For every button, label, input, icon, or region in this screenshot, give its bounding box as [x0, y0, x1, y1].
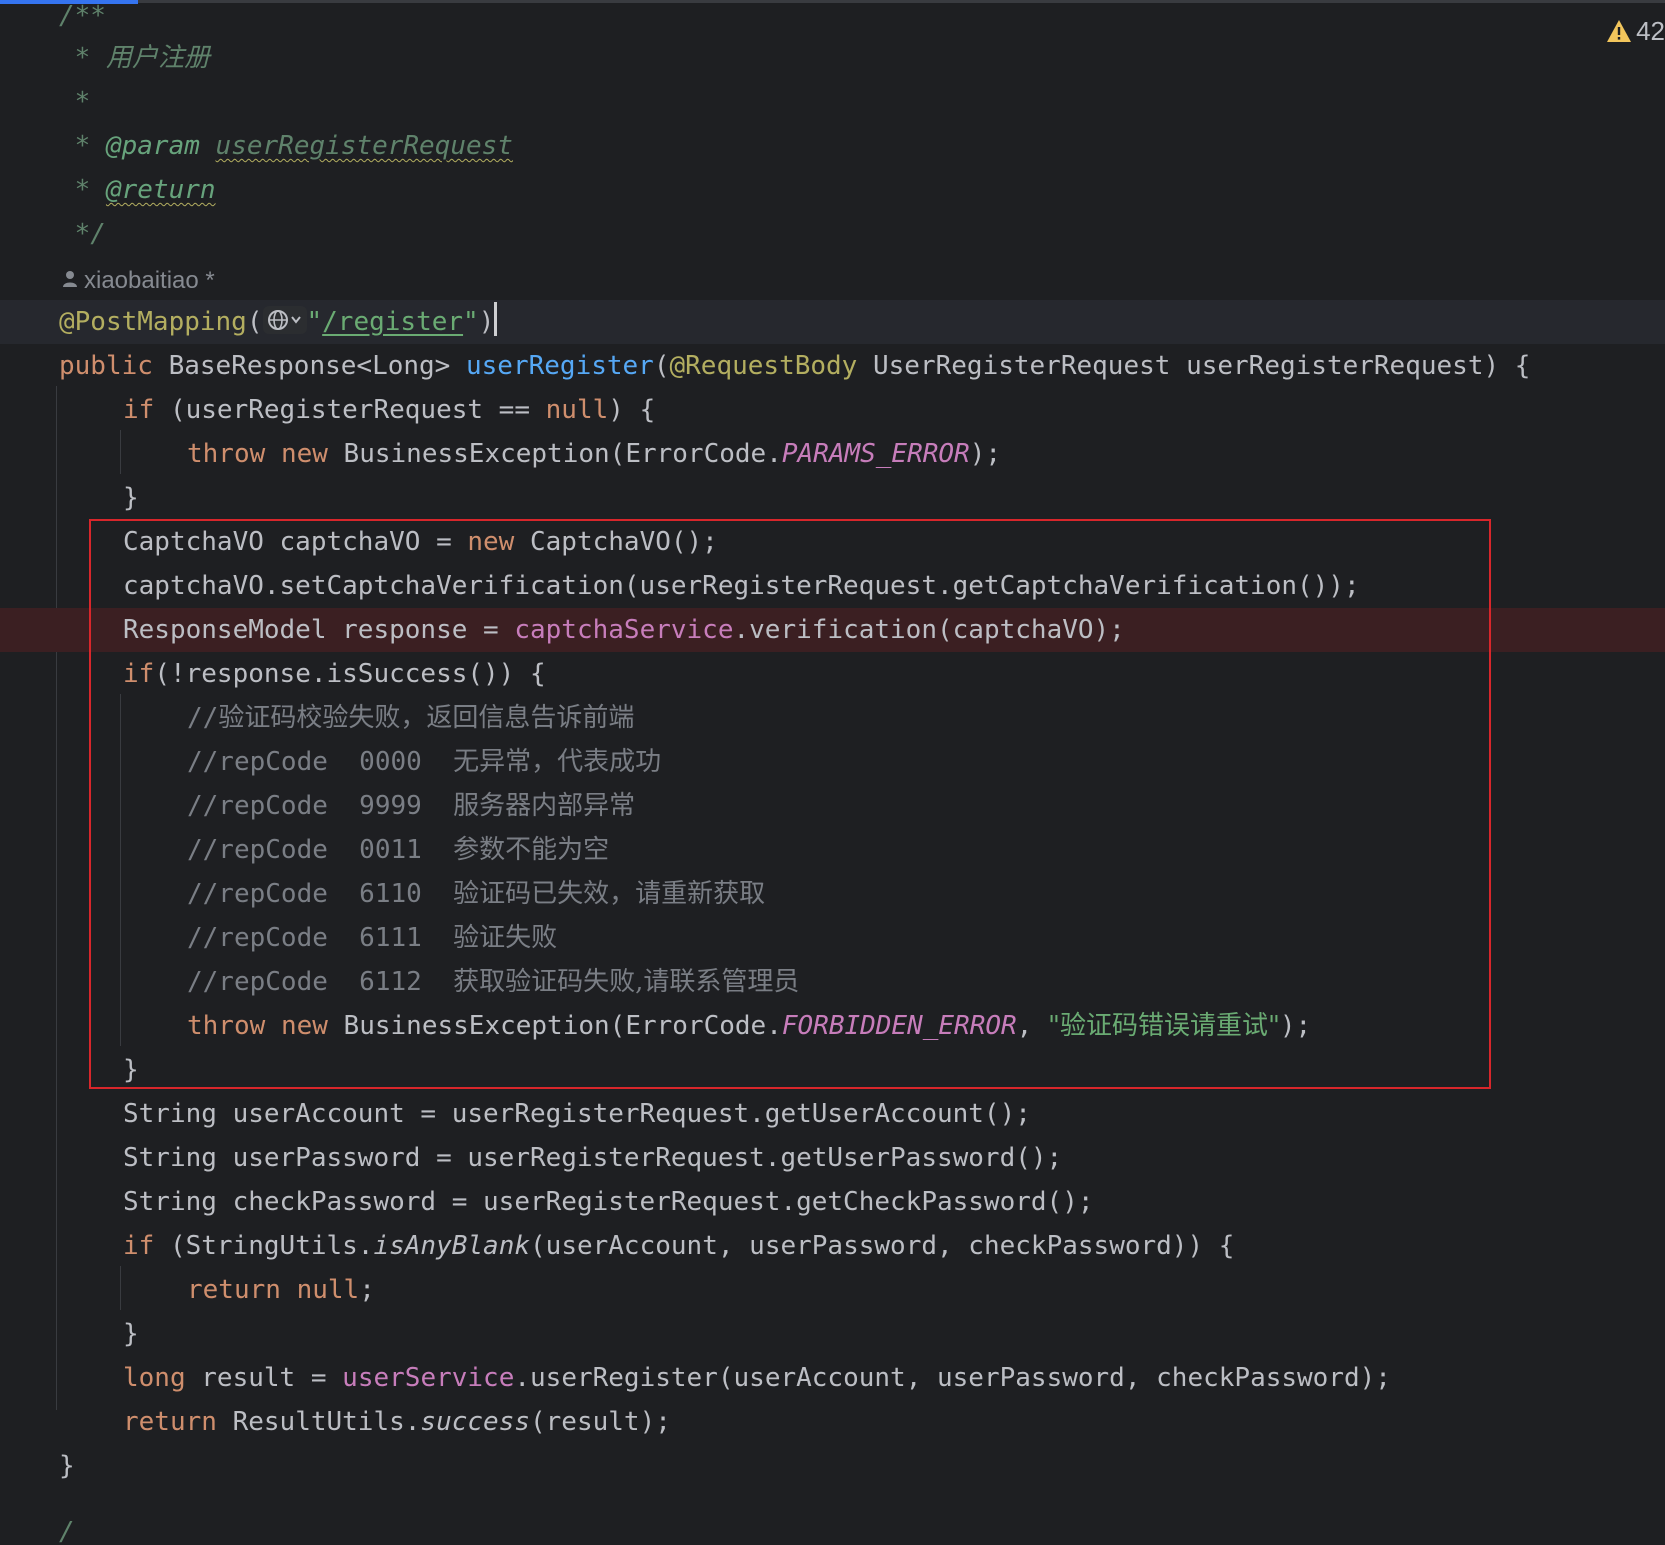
doc-open: /** [59, 1, 106, 31]
doc-return-tag: @return [105, 175, 216, 205]
code-line: * @param userRegisterRequest [0, 124, 1665, 168]
request-path-link[interactable]: /register [322, 307, 463, 337]
code-line-current[interactable]: @PostMapping("/register") [0, 300, 1665, 344]
text-caret [494, 302, 498, 336]
code-line: String userPassword = userRegisterReques… [123, 1143, 1063, 1173]
doc-prefix: * [59, 43, 106, 73]
method-name: userRegister [466, 351, 654, 381]
code-line: } [59, 1451, 75, 1481]
code-line: if (StringUtils.isAnyBlank(userAccount, … [123, 1231, 1235, 1261]
code-line: String userAccount = userRegisterRequest… [123, 1099, 1031, 1129]
doc-description: 用户注册 [105, 43, 210, 73]
code-line: * 用户注册 [0, 36, 1665, 80]
code-line: /** [0, 0, 1665, 38]
code-line: */ [0, 212, 1665, 256]
code-line: } [123, 483, 139, 513]
doc-star: * [59, 87, 91, 117]
code-line: public BaseResponse<Long> userRegister(@… [59, 351, 1531, 381]
person-icon [62, 266, 78, 296]
code-line: * @return [0, 168, 1665, 212]
code-line: long result = userService.userRegister(u… [123, 1363, 1391, 1393]
code-editor[interactable]: 42 /** * 用户注册 * * @param userRegisterReq… [0, 0, 1665, 1545]
code-line: } [123, 1319, 139, 1349]
code-line: * [0, 80, 1665, 124]
doc-param-tag: @param [105, 131, 200, 161]
doc-prefix: * [59, 131, 106, 161]
code-line: / [59, 1517, 75, 1545]
doc-prefix: * [59, 175, 106, 205]
code-line: if (userRegisterRequest == null) { [123, 395, 656, 425]
code-line: throw new BusinessException(ErrorCode.PA… [187, 439, 1002, 469]
code-line: return null; [187, 1275, 375, 1305]
globe-icon[interactable] [262, 304, 307, 348]
code-line: return ResultUtils.success(result); [123, 1407, 671, 1437]
annotation-name: @PostMapping [59, 307, 247, 337]
author-name: xiaobaitiao * [84, 267, 215, 294]
doc-param-name: userRegisterRequest [215, 131, 513, 161]
doc-close: */ [59, 219, 106, 249]
highlight-annotation-box [89, 519, 1491, 1089]
author-inlay-hint[interactable]: xiaobaitiao * [62, 266, 215, 296]
code-line: String checkPassword = userRegisterReque… [123, 1187, 1094, 1217]
